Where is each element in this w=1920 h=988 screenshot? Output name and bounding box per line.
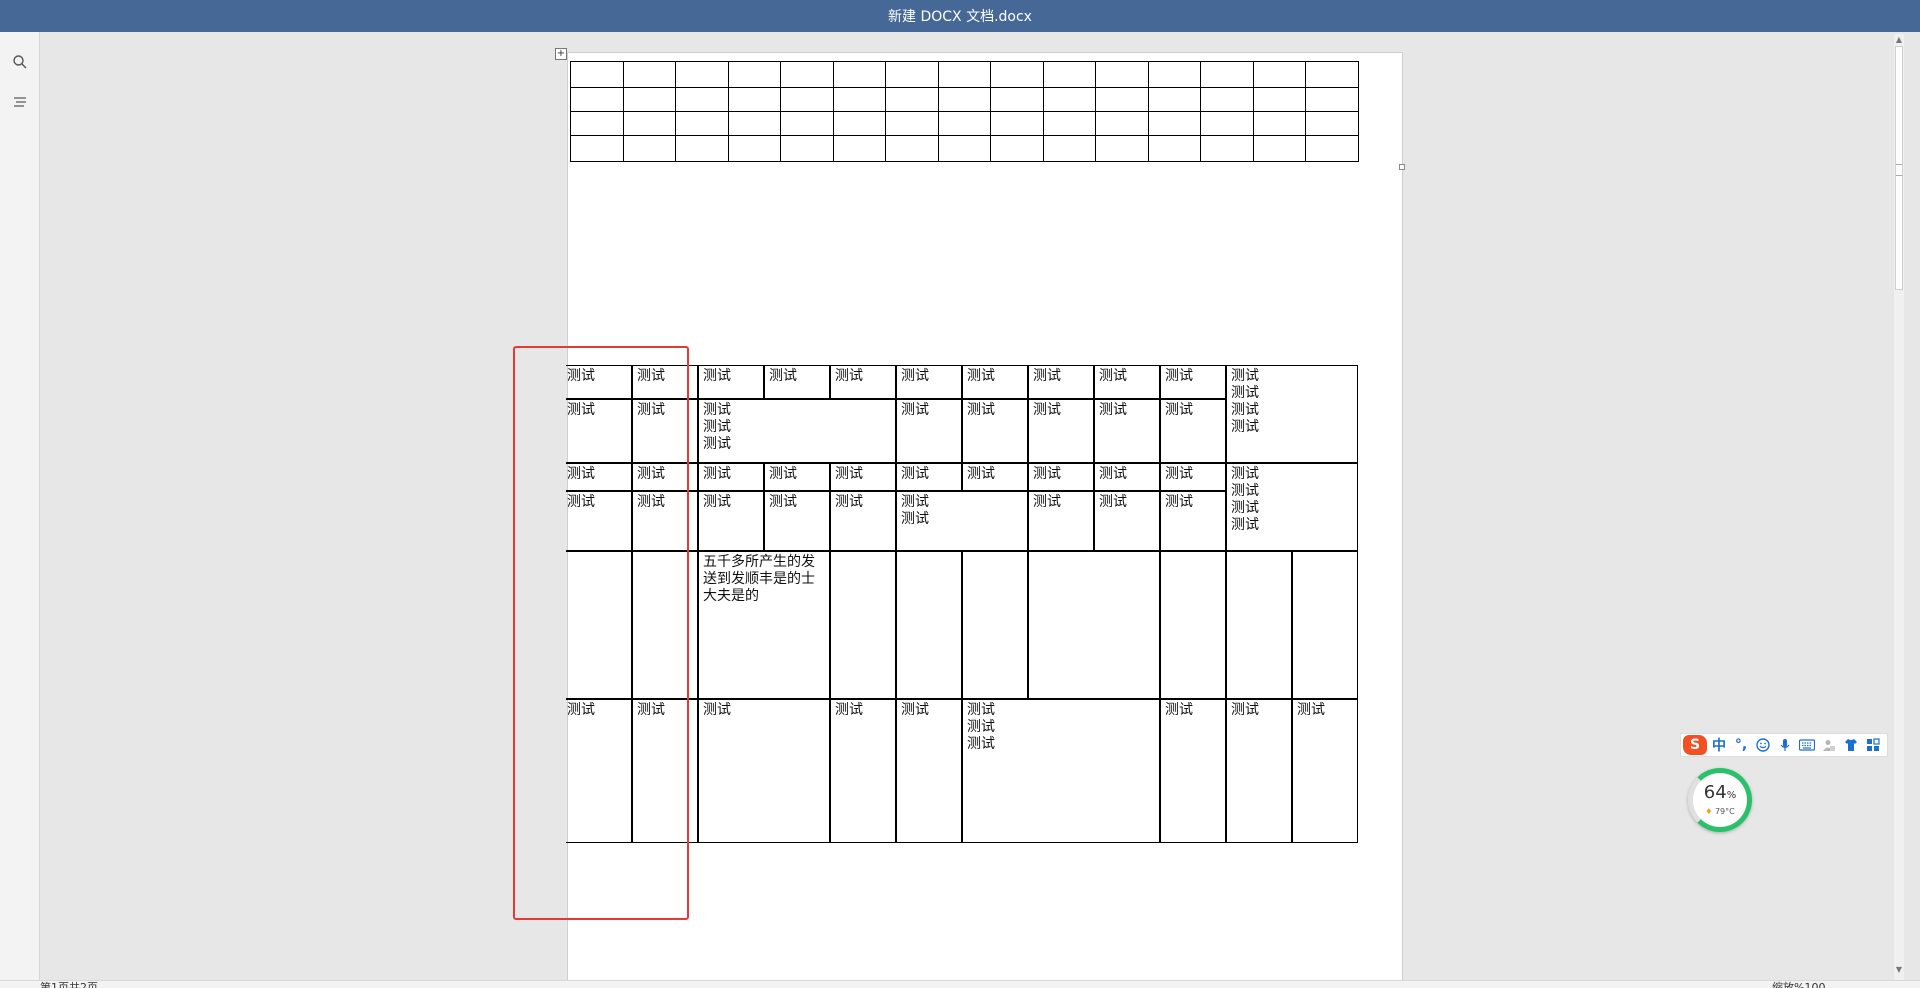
table-cell[interactable]: 测试 [1028,399,1094,463]
table-cell[interactable]: 测试 测试 [896,491,1028,551]
grid-icon[interactable] [1863,735,1883,755]
table-cell[interactable] [1028,551,1160,699]
move-icon[interactable]: + [555,48,567,60]
table-cell[interactable]: 测试 [962,399,1028,463]
title-bar: 新建 DOCX 文档.docx [0,0,1920,32]
merged-table[interactable]: 测试 测试 测试 测试 测试 测试 测试 测试 测试 测试 测试 测试 测试 测… [566,365,1393,878]
cpu-usage: 64% [1703,782,1737,803]
table-cell[interactable]: 测试 测试 测试 [962,699,1160,843]
table-cell[interactable]: 测试 [1160,463,1226,491]
table-cell[interactable] [1226,551,1292,699]
table-cell[interactable] [566,551,632,699]
table-cell[interactable] [1292,551,1358,699]
ime-lang-toggle[interactable]: 中 [1709,735,1729,755]
table-cell[interactable] [962,551,1028,699]
table-cell[interactable]: 测试 [830,491,896,551]
table-cell[interactable]: 测试 [1160,699,1226,843]
sogou-logo-icon[interactable]: S [1683,735,1707,755]
table-cell[interactable]: 测试 [698,699,830,843]
shirt-icon[interactable] [1841,735,1861,755]
table-cell[interactable]: 测试 [764,463,830,491]
table-cell[interactable]: 测试 [1160,399,1226,463]
table-cell[interactable]: 测试 [632,463,698,491]
table-cell[interactable]: 测试 [566,699,632,843]
table-cell[interactable]: 测试 [830,699,896,843]
left-sidebar [0,32,40,980]
table-cell[interactable]: 测试 [566,365,632,399]
table-cell[interactable]: 测试 [566,463,632,491]
table-cell[interactable]: 测试 [1160,365,1226,399]
table-cell[interactable]: 测试 [830,365,896,399]
ime-punct-toggle[interactable]: °, [1731,735,1751,755]
table-cell[interactable]: 测试 测试 测试 测试 [1226,463,1358,551]
table-cell[interactable]: 测试 [1292,699,1358,843]
table-cell[interactable]: 测试 [698,365,764,399]
search-icon[interactable] [10,52,30,72]
table-cell[interactable]: 测试 测试 测试 测试 [1226,365,1358,463]
table-cell[interactable]: 测试 [896,399,962,463]
scroll-down-icon[interactable]: ▼ [1893,964,1905,976]
table-resize-handle[interactable] [1399,164,1405,170]
outline-icon[interactable] [10,92,30,112]
table-cell[interactable]: 测试 [962,365,1028,399]
window-title: 新建 DOCX 文档.docx [888,9,1032,25]
table-cell[interactable]: 测试 [1094,491,1160,551]
page-info: 第1页共2页 [40,981,98,988]
top-table[interactable] [570,61,1359,162]
table-cell[interactable]: 测试 [698,463,764,491]
smile-icon[interactable] [1753,735,1773,755]
table-cell[interactable] [1160,551,1226,699]
ime-toolbar[interactable]: S 中 °, [1680,733,1888,757]
table-cell[interactable]: 测试 [896,365,962,399]
scrollbar-grip [1896,164,1902,176]
table-cell[interactable]: 测试 [566,491,632,551]
document-workspace[interactable]: + 测试 测试 测试 测试 测试 测试 测试 测试 测试 测试 测试 测试 测试… [41,32,1890,980]
table-cell[interactable]: 测试 [1094,399,1160,463]
user-icon[interactable] [1819,735,1839,755]
table-cell[interactable]: 测试 [1094,463,1160,491]
table-cell[interactable]: 测试 [566,399,632,463]
table-cell[interactable]: 测试 [764,365,830,399]
table-cell[interactable]: 测试 测试 测试 [698,399,896,463]
table-cell[interactable]: 测试 [1028,365,1094,399]
table-cell[interactable]: 测试 [1094,365,1160,399]
table-cell[interactable] [896,551,962,699]
table-cell[interactable]: 测试 [896,699,962,843]
table-cell[interactable] [632,551,698,699]
table-cell[interactable]: 测试 [764,491,830,551]
system-monitor-widget[interactable]: 64% ♦ 79°C [1688,768,1752,832]
table-cell[interactable]: 测试 [1160,491,1226,551]
table-cell[interactable]: 测试 [632,365,698,399]
table-cell[interactable]: 测试 [1028,491,1094,551]
temperature-readout: ♦ 79°C [1705,807,1735,816]
flame-icon: ♦ [1705,807,1713,816]
mic-icon[interactable] [1775,735,1795,755]
table-cell[interactable]: 测试 [698,491,764,551]
table-cell[interactable] [830,551,896,699]
table-cell[interactable]: 测试 [830,463,896,491]
table-cell[interactable]: 测试 [962,463,1028,491]
scroll-up-icon[interactable]: ▲ [1893,34,1905,46]
status-bar: 第1页共2页 缩放%100 [0,980,1920,988]
table-cell[interactable]: 测试 [632,399,698,463]
keyboard-icon[interactable] [1797,735,1817,755]
table-cell[interactable]: 测试 [632,491,698,551]
table-cell[interactable]: 测试 [1226,699,1292,843]
table-cell[interactable]: 测试 [1028,463,1094,491]
zoom-info[interactable]: 缩放%100 [1772,981,1825,988]
table-cell[interactable]: 测试 [896,463,962,491]
table-cell[interactable]: 五千多所产生的发送到发顺丰是的士大夫是的 [698,551,830,699]
table-cell[interactable]: 测试 [632,699,698,843]
